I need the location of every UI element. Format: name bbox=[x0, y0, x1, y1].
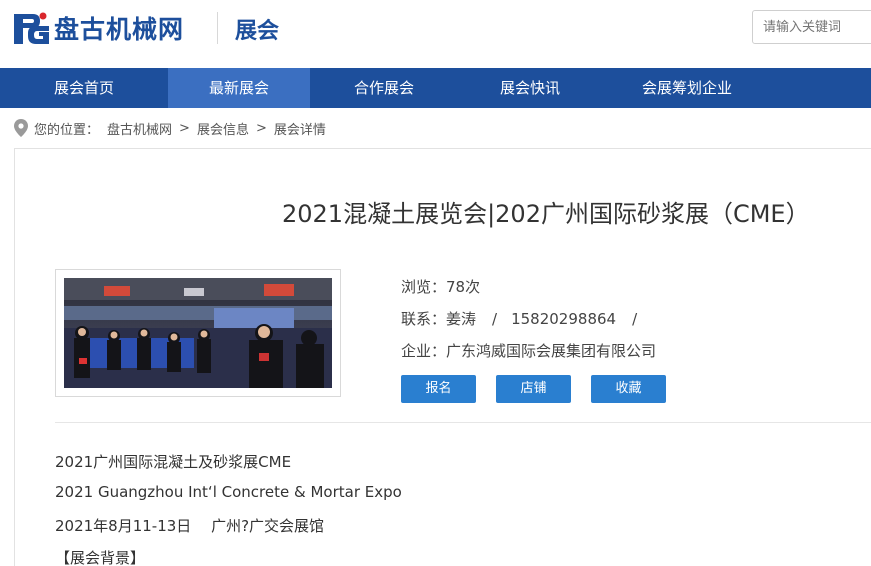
shop-button[interactable]: 店铺 bbox=[496, 375, 571, 403]
logo-text: 盘古机械网 bbox=[54, 15, 185, 44]
contact-name: 姜涛 bbox=[446, 310, 477, 328]
views-label: 浏览： bbox=[401, 278, 447, 296]
section-title[interactable]: 展会 bbox=[235, 13, 279, 45]
breadcrumb-separator: > bbox=[255, 120, 267, 136]
nav-item-news[interactable]: 展会快讯 bbox=[458, 68, 602, 108]
content-divider bbox=[55, 422, 871, 423]
page: 盘古机械网 展会 展会首页 最新展会 合作展会 展会快讯 会展筹划企业 您的位置… bbox=[0, 0, 871, 566]
contact-label: 联系： bbox=[401, 310, 447, 328]
breadcrumb-current: 展会详情 bbox=[273, 122, 326, 138]
views-row: 浏览：78次 bbox=[401, 276, 480, 297]
nav-item-cooperation[interactable]: 合作展会 bbox=[310, 68, 458, 108]
views-value: 78次 bbox=[446, 278, 481, 296]
nav-item-home[interactable]: 展会首页 bbox=[0, 68, 168, 108]
contact-separator: / bbox=[492, 310, 498, 328]
main-nav: 展会首页 最新展会 合作展会 展会快讯 会展筹划企业 bbox=[0, 68, 871, 108]
breadcrumb-prefix: 您的位置： bbox=[34, 122, 100, 138]
nav-item-planners[interactable]: 会展筹划企业 bbox=[602, 68, 772, 108]
exhibition-photo[interactable] bbox=[64, 278, 332, 388]
breadcrumb-separator: > bbox=[179, 120, 190, 136]
breadcrumb-link-home[interactable]: 盘古机械网 bbox=[107, 119, 172, 138]
section-heading: 【展会背景】 bbox=[55, 549, 146, 566]
breadcrumb-link-exhibitions[interactable]: 展会信息 bbox=[197, 119, 249, 138]
pg-logo-icon bbox=[14, 12, 49, 44]
contact-row: 联系：姜涛 / 15820298864 / bbox=[401, 308, 651, 329]
contact-phone: 15820298864 bbox=[511, 310, 617, 328]
favorite-button[interactable]: 收藏 bbox=[591, 375, 666, 403]
exhibition-title: 2021混凝土展览会|202广州国际砂浆展（CME） bbox=[282, 200, 810, 228]
breadcrumb: 您的位置： 盘古机械网 > 展会信息 > 展会详情 bbox=[14, 118, 326, 138]
contact-separator: / bbox=[632, 310, 638, 328]
company-row: 企业：广东鸿威国际会展集团有限公司 bbox=[401, 340, 656, 361]
company-label: 企业： bbox=[401, 342, 447, 360]
body-line: 2021年8月11-13日 广州?广交会展馆 bbox=[55, 517, 325, 535]
nav-item-latest[interactable]: 最新展会 bbox=[168, 68, 310, 108]
body-line: 2021广州国际混凝土及砂浆展CME bbox=[55, 453, 292, 471]
company-name[interactable]: 广东鸿威国际会展集团有限公司 bbox=[446, 342, 656, 360]
map-pin-icon bbox=[14, 119, 28, 137]
site-logo[interactable]: 盘古机械网 bbox=[14, 10, 184, 46]
search-input[interactable] bbox=[752, 10, 871, 44]
body-line: 2021 Guangzhou Int‘l Concrete & Mortar E… bbox=[55, 483, 402, 501]
site-header: 盘古机械网 展会 bbox=[0, 0, 871, 68]
header-divider bbox=[217, 12, 218, 44]
register-button[interactable]: 报名 bbox=[401, 375, 476, 403]
exhibition-photo-frame bbox=[55, 269, 341, 397]
